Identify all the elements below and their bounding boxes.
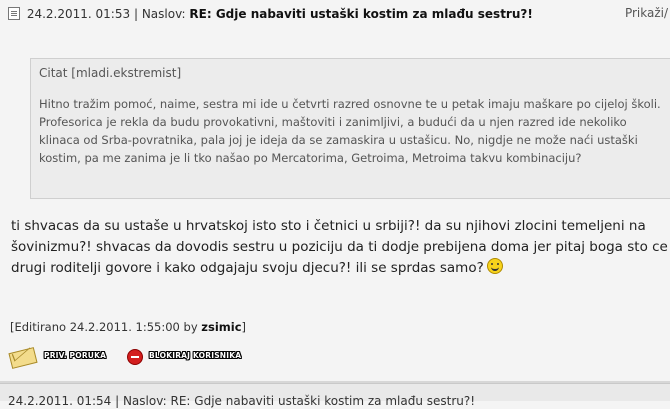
quote-block: Citat [mladi.ekstremist] Hitno tražim po… <box>30 58 670 199</box>
envelope-icon <box>8 347 38 369</box>
edit-user: zsimic <box>201 320 242 334</box>
block-user-label: BLOKIRAJ KORISNIKA <box>149 351 242 360</box>
private-message-label: PRIV. PORUKA <box>44 351 107 360</box>
edit-suffix: ] <box>241 320 247 334</box>
post-date: 24.2.2011. 01:53 <box>26 7 131 21</box>
quote-author: Citat [mladi.ekstremist] <box>39 66 182 80</box>
post-icon <box>8 7 20 20</box>
reply-text: ti shvacas da su ustaše u hrvatskoj isto… <box>11 218 668 276</box>
block-icon <box>127 349 143 365</box>
reply-body: ti shvacas da su ustaše u hrvatskoj isto… <box>11 216 670 279</box>
post-subject: RE: Gdje nabaviti ustaški kostim za mlađ… <box>189 7 533 21</box>
edit-note: [Editirano 24.2.2011. 1:55:00 by zsimic] <box>10 320 246 334</box>
next-post-header: 24.2.2011. 01:54 | Naslov: RE: Gdje naba… <box>8 394 476 408</box>
edit-prefix: [Editirano 24.2.2011. 1:55:00 by <box>10 320 198 334</box>
next-post: 24.2.2011. 01:54 | Naslov: RE: Gdje naba… <box>0 383 670 408</box>
private-message-button[interactable]: PRIV. PORUKA <box>8 347 110 369</box>
smiley-icon <box>486 258 503 274</box>
block-user-button[interactable]: BLOKIRAJ KORISNIKA <box>127 347 267 367</box>
quote-text: Hitno tražim pomoć, naime, sestra mi ide… <box>39 97 661 165</box>
subject-label: Naslov: <box>141 7 186 21</box>
show-link[interactable]: Prikaži/ <box>625 6 668 20</box>
post-header: 24.2.2011. 01:53 | Naslov: RE: Gdje naba… <box>8 6 668 22</box>
header-separator: | <box>133 7 138 21</box>
forum-post: 24.2.2011. 01:53 | Naslov: RE: Gdje naba… <box>0 0 670 381</box>
